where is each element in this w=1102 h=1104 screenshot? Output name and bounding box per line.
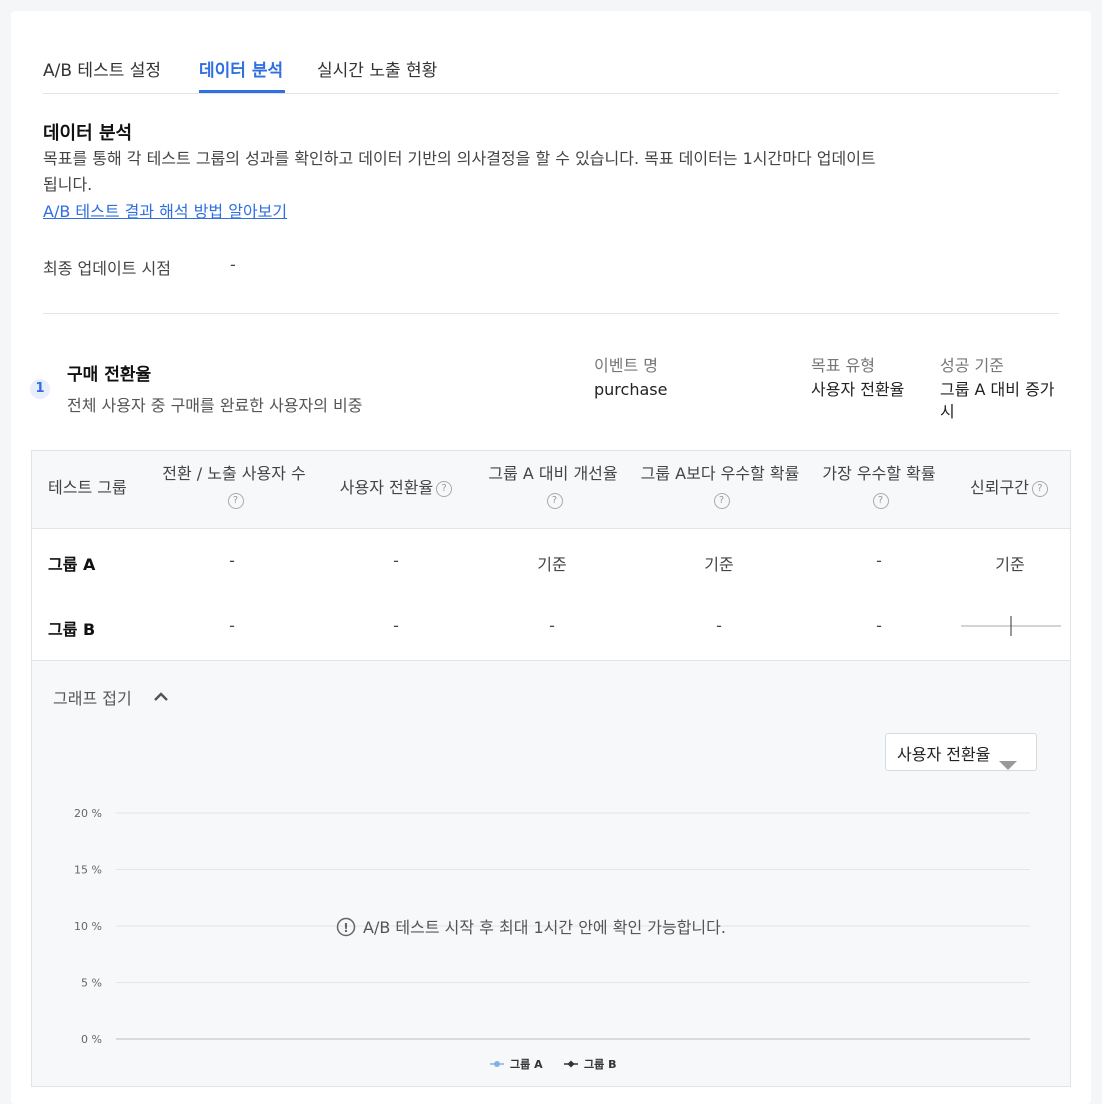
page-title: 데이터 분석 [43,123,133,144]
cell-prob-better: - [716,616,722,635]
tab-realtime-exposure[interactable]: 실시간 노출 현황 [317,56,437,81]
goal-description: 전체 사용자 중 구매를 완료한 사용자의 비중 [67,396,363,415]
header-conversion-rate: 사용자 전환율? [324,475,468,501]
tab-data-analysis[interactable]: 데이터 분석 [199,56,283,81]
header-prob-better: 그룹 A보다 우수할 확률? [640,461,800,513]
help-icon[interactable]: ? [1031,480,1048,497]
table-body: 그룹 A - - 기준 기준 - 기준 그룹 B - - - - - [32,529,1070,661]
help-icon[interactable]: ? [872,492,889,509]
collapse-graph-button[interactable]: 그래프 접기 [53,685,132,709]
confidence-interval-plot [961,616,1061,636]
results-table: 테스트 그룹 전환 / 노출 사용자 수 ? 사용자 전환율? 그룹 A 대비 … [31,450,1071,1087]
active-tab-indicator [199,90,285,93]
y-tick-label: 20 % [74,807,102,820]
header-improvement: 그룹 A 대비 개선율 ? [475,461,631,513]
y-tick-label: 0 % [81,1033,102,1046]
legend-label: 그룹 B [584,1058,616,1071]
info-icon-glyph: ! [343,921,348,935]
table-header: 테스트 그룹 전환 / 노출 사용자 수 ? 사용자 전환율? 그룹 A 대비 … [32,451,1070,529]
y-tick-label: 15 % [74,864,102,877]
success-criteria-value: 그룹 A 대비 증가시 [940,380,1055,421]
legend-marker [494,1061,500,1067]
event-label: 이벤트 명 [594,356,658,375]
cell-group: 그룹 A [48,555,96,574]
metric-select[interactable]: 사용자 전환율 [885,733,1037,771]
goal-index-badge: 1 [30,379,50,399]
goal-type-label: 목표 유형 [811,356,875,375]
cell-improvement: - [549,616,555,635]
cell-count: - [229,551,235,570]
tab-bar: A/B 테스트 설정 데이터 분석 실시간 노출 현황 [43,41,1059,94]
help-icon[interactable]: ? [713,492,730,509]
cell-rate: - [393,551,399,570]
goal-type-value: 사용자 전환율 [811,380,905,399]
y-tick-label: 5 % [81,977,102,990]
chevron-down-icon [999,761,1017,770]
goal-name: 구매 전환율 [67,365,152,385]
section-description: 목표를 통해 각 테스트 그룹의 성과를 확인하고 데이터 기반의 의사결정을 … [43,149,876,194]
table-row: 그룹 A - - 기준 기준 - 기준 [32,529,1070,593]
help-icon[interactable]: ? [436,480,453,497]
cell-improvement: 기준 [537,555,567,574]
cell-ci: 기준 [995,555,1025,574]
event-value: purchase [594,380,668,399]
metric-select-value: 사용자 전환율 [897,745,991,764]
header-count: 전환 / 노출 사용자 수 ? [150,461,318,513]
table-row: 그룹 B - - - - - [32,594,1070,658]
help-icon[interactable]: ? [546,492,563,509]
help-icon[interactable]: ? [227,492,244,509]
last-update-value: - [230,255,236,274]
success-criteria-label: 성공 기준 [940,356,1004,375]
last-update-label: 최종 업데이트 시점 [43,259,171,278]
y-tick-label: 10 % [74,920,102,933]
cell-prob-better: 기준 [704,555,734,574]
tab-ab-test-settings[interactable]: A/B 테스트 설정 [43,56,161,81]
conversion-chart: 0 % 5 % 10 % 15 % 20 %! A/B 테스트 시작 후 최대 1시간 안… [74,807,1030,1071]
empty-state-message: A/B 테스트 시작 후 최대 1시간 안에 확인 가능합니다. [363,918,726,937]
header-prob-best: 가장 우수할 확률 ? [812,461,946,513]
help-link[interactable]: A/B 테스트 결과 해석 방법 알아보기 [43,198,287,222]
header-test-group: 테스트 그룹 [48,478,127,497]
legend-label: 그룹 A [510,1058,543,1071]
header-confidence-interval: 신뢰구간? [952,475,1066,501]
analysis-card: A/B 테스트 설정 데이터 분석 실시간 노출 현황 데이터 분석 목표를 통… [11,11,1091,1104]
cell-prob-best: - [876,616,882,635]
cell-group: 그룹 B [48,620,96,639]
divider [43,313,1059,314]
cell-prob-best: - [876,551,882,570]
legend-marker [567,1060,575,1068]
cell-rate: - [393,616,399,635]
chevron-up-icon[interactable] [153,690,169,702]
cell-count: - [229,616,235,635]
